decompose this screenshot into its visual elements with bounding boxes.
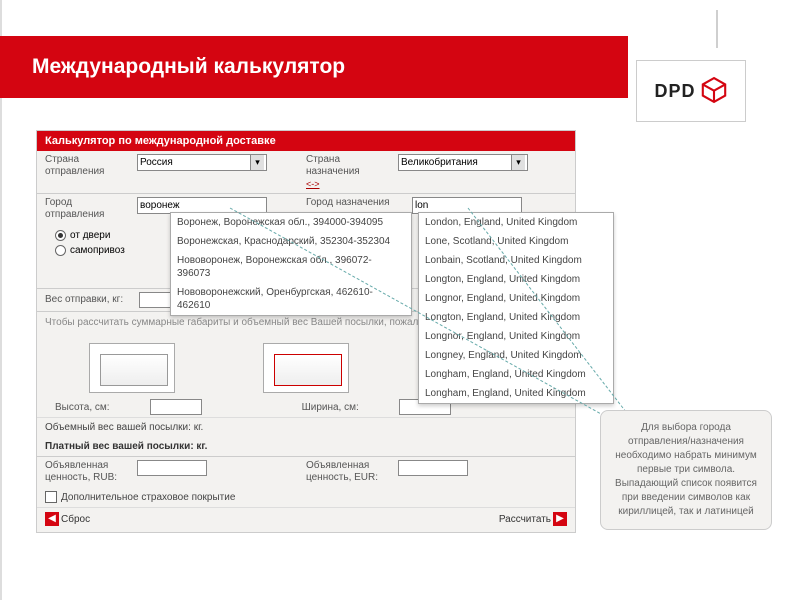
- suggestion-item[interactable]: Longton, England, United Kingdom: [419, 270, 613, 289]
- dpd-cube-icon: [700, 76, 728, 107]
- declared-rub-label: Объявленная ценность, RUB:: [45, 460, 131, 484]
- country-to-value: Великобритания: [401, 157, 478, 168]
- swap-link[interactable]: <->: [306, 179, 320, 189]
- paid-weight-row: Платный вес вашей посылки: кг.: [37, 437, 575, 456]
- width-label: Ширина, см:: [302, 402, 359, 413]
- radio-self-label: самопривоз: [70, 245, 125, 256]
- suggestion-item[interactable]: Longham, England, United Kingdom: [419, 365, 613, 384]
- suggestion-item[interactable]: London, England, United Kingdom: [419, 213, 613, 232]
- country-to-select[interactable]: Великобритания ▾: [398, 154, 528, 171]
- extra-insurance-label: Дополнительное страховое покрытие: [61, 492, 235, 503]
- page-title: Международный калькулятор: [32, 55, 345, 79]
- panel-header: Калькулятор по международной доставке: [37, 131, 575, 151]
- suggestion-item[interactable]: Longnor, England, United Kingdom: [419, 327, 613, 346]
- help-callout: Для выбора города отправления/назначения…: [600, 410, 772, 530]
- reset-button[interactable]: ◀ Сброс: [45, 512, 90, 526]
- chevron-left-icon: ◀: [45, 512, 59, 526]
- volumetric-weight-row: Объемный вес вашей посылки: кг.: [37, 417, 575, 437]
- chevron-right-icon: ▶: [553, 512, 567, 526]
- suggestion-item[interactable]: Нововоронеж, Воронежская обл., 396072-39…: [171, 251, 411, 283]
- city-from-suggestions: Воронеж, Воронежская обл., 394000-394095…: [170, 212, 412, 316]
- country-from-select[interactable]: Россия ▾: [137, 154, 267, 171]
- title-banner: Международный калькулятор: [0, 36, 628, 98]
- city-to-suggestions: London, England, United Kingdom Lone, Sc…: [418, 212, 614, 404]
- declared-eur-input[interactable]: [398, 460, 468, 476]
- height-input[interactable]: [150, 399, 202, 415]
- dpd-logo: DPD: [636, 60, 746, 122]
- logo-text: DPD: [654, 81, 695, 102]
- right-bar-decoration: [716, 10, 718, 48]
- radio-icon: [55, 245, 66, 256]
- radio-from-door-label: от двери: [70, 230, 110, 241]
- callout-text: Для выбора города отправления/назначения…: [615, 422, 757, 517]
- calculate-button[interactable]: Рассчитать ▶: [499, 512, 567, 526]
- declared-eur-label: Объявленная ценность, EUR:: [306, 460, 392, 484]
- city-to-label: Город назначения: [306, 197, 406, 209]
- country-to-label: Страна назначения: [306, 154, 392, 178]
- declared-rub-input[interactable]: [137, 460, 207, 476]
- extra-insurance-checkbox[interactable]: [45, 491, 57, 503]
- suggestion-item[interactable]: Воронеж, Воронежская обл., 394000-394095: [171, 213, 411, 232]
- suggestion-item[interactable]: Воронежская, Краснодарский, 352304-35230…: [171, 232, 411, 251]
- chevron-down-icon[interactable]: ▾: [511, 155, 525, 170]
- suggestion-item[interactable]: Нововоронежский, Оренбургская, 462610-46…: [171, 283, 411, 315]
- suggestion-item[interactable]: Longham, England, United Kingdom: [419, 384, 613, 403]
- box-1-icon: [89, 343, 175, 393]
- suggestion-item[interactable]: Longney, England, United Kingdom: [419, 346, 613, 365]
- suggestion-item[interactable]: Longnor, England, United Kingdom: [419, 289, 613, 308]
- chevron-down-icon[interactable]: ▾: [250, 155, 264, 170]
- suggestion-item[interactable]: Lone, Scotland, United Kingdom: [419, 232, 613, 251]
- country-from-label: Страна отправления: [45, 154, 131, 178]
- suggestion-item[interactable]: Lonbain, Scotland, United Kingdom: [419, 251, 613, 270]
- weight-label: Вес отправки, кг:: [45, 294, 131, 306]
- suggestion-item[interactable]: Longton, England, United Kingdom: [419, 308, 613, 327]
- city-from-label: Город отправления: [45, 197, 131, 221]
- country-from-value: Россия: [140, 157, 173, 168]
- radio-icon: [55, 230, 66, 241]
- box-2-icon: [263, 343, 349, 393]
- height-label: Высота, см:: [55, 402, 110, 413]
